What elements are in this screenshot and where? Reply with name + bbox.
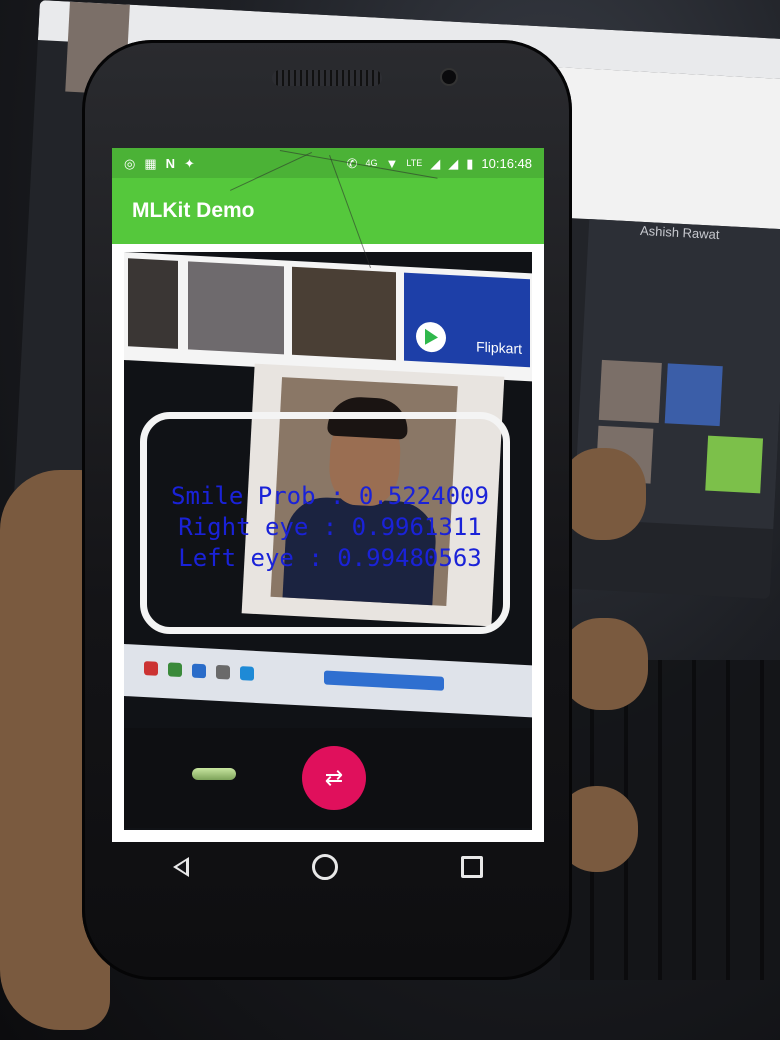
monitor-thumbnail (664, 363, 723, 427)
network-lte-label: LTE (406, 157, 423, 168)
home-icon[interactable] (311, 854, 338, 880)
app-bar: MLKit Demo (112, 178, 544, 244)
facing-toggle-icon[interactable] (192, 768, 236, 780)
signal-icon: ◢ (448, 155, 459, 171)
instagram-icon: ◎ (124, 155, 136, 171)
preview-thumbnail (292, 266, 396, 361)
monitor-thumbnail (598, 359, 662, 423)
browser-panel (549, 67, 780, 230)
hand-finger (560, 618, 648, 710)
left-eye-text: Left eye : 0.99480563 (178, 544, 482, 572)
status-time: 10:16:48 (481, 155, 532, 171)
battery-icon: ▮ (466, 155, 474, 171)
right-eye-text: Right eye : 0.9961311 (178, 513, 482, 541)
recents-icon[interactable] (460, 856, 483, 878)
preview-thumbnail (188, 261, 284, 355)
twitter-icon: ✦ (184, 155, 195, 171)
preview-thumbnail (128, 258, 178, 349)
switch-camera-icon: ⇄ (324, 765, 344, 790)
play-store-icon (416, 321, 446, 353)
earpiece-speaker (272, 70, 382, 86)
switch-camera-button[interactable]: ⇄ (302, 746, 366, 810)
system-nav-bar (112, 842, 544, 892)
preview-image-strip: Flipkart (124, 252, 532, 382)
hand-finger (560, 448, 646, 540)
preview-taskbar (124, 644, 532, 718)
wifi-icon: ▼ (385, 155, 399, 171)
monitor-thumbnail (705, 435, 764, 494)
face-results-overlay: Smile Prob : 0.5224009 Right eye : 0.996… (150, 481, 510, 574)
flipkart-label: Flipkart (476, 338, 522, 357)
back-icon[interactable] (173, 857, 190, 877)
n-icon: N (165, 155, 176, 171)
signal-icon: ◢ (430, 155, 441, 171)
flipkart-banner: Flipkart (404, 272, 530, 368)
app-title: MLKit Demo (132, 199, 255, 222)
camera-controls: ⇄ (124, 728, 532, 828)
smile-probability-text: Smile Prob : 0.5224009 (171, 482, 489, 510)
status-bar: ◎ ▦ N ✦ ✆ 4G ▼ LTE ◢ ◢ ▮ 10:16:48 (112, 148, 544, 178)
front-camera (442, 70, 456, 84)
keypad-icon: ▦ (144, 155, 157, 171)
